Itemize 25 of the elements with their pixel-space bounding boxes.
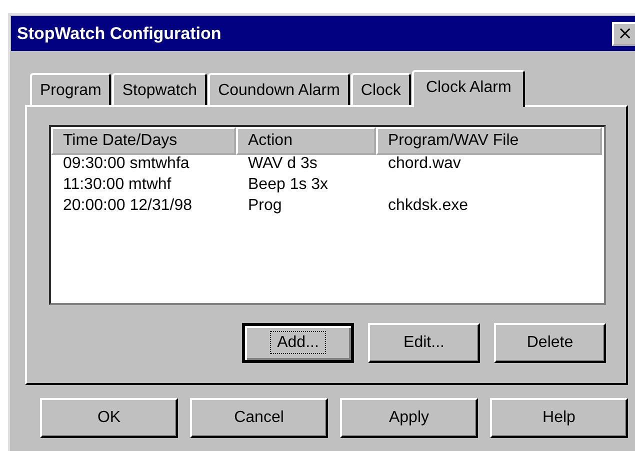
dialog-button[interactable]: Edit...	[368, 323, 480, 363]
table-cell: Prog	[248, 197, 282, 214]
dialog-button[interactable]: Apply	[340, 398, 478, 438]
table-cell: WAV d 3s	[248, 155, 318, 172]
window-title: StopWatch Configuration	[17, 24, 222, 44]
column-header[interactable]: Time Date/Days	[51, 127, 236, 155]
table-cell: 11:30:00 mtwhf	[63, 176, 172, 193]
dialog-button[interactable]: Delete	[494, 323, 606, 363]
column-header[interactable]: Action	[236, 127, 376, 155]
tab[interactable]: Clock Alarm	[412, 70, 526, 107]
tab[interactable]: Program	[30, 73, 112, 105]
dialog-button[interactable]: Add...	[242, 323, 354, 363]
dialog-button[interactable]: Help	[490, 398, 628, 438]
dialog-button[interactable]: OK	[40, 398, 178, 438]
close-button[interactable]: ×	[612, 22, 635, 46]
table-cell: chkdsk.exe	[388, 197, 468, 214]
column-header[interactable]: Program/WAV File	[376, 127, 602, 155]
tab[interactable]: Stopwatch	[112, 73, 208, 105]
table-cell: Beep 1s 3x	[248, 176, 328, 193]
dialog-button[interactable]: Cancel	[190, 398, 328, 438]
table-cell: 20:00:00 12/31/98	[63, 197, 192, 214]
table-cell: 09:30:00 smtwhfa	[63, 155, 190, 172]
tab[interactable]: Clock	[350, 73, 411, 105]
table-cell: chord.wav	[388, 155, 461, 172]
tab[interactable]: Coundown Alarm	[208, 73, 350, 105]
